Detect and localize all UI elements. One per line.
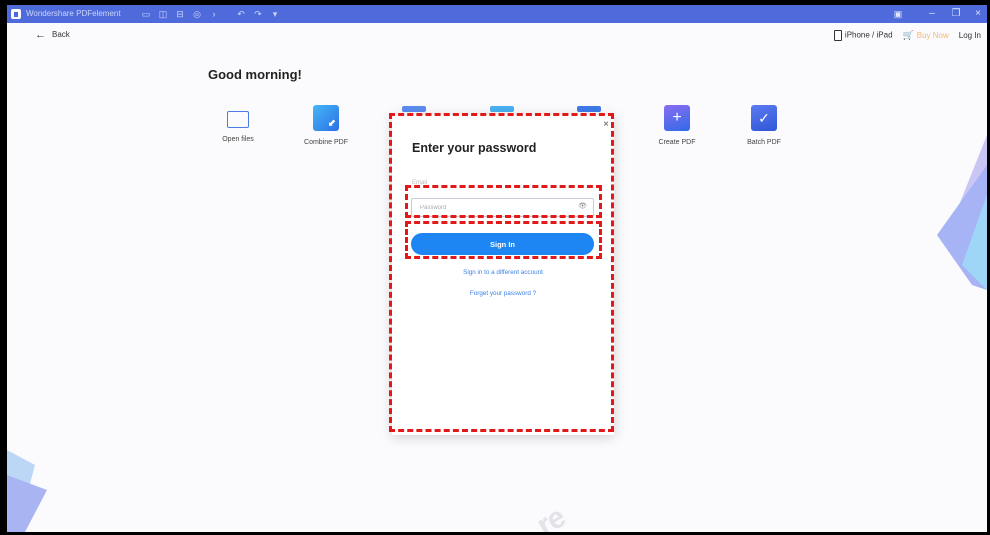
create-pdf-icon: + <box>664 105 690 131</box>
save-icon[interactable]: ◫ <box>157 8 169 20</box>
share-icon[interactable]: ◎ <box>191 8 203 20</box>
tile-batch-pdf[interactable]: ✓ Batch PDF <box>729 105 799 146</box>
top-bar: ← Back iPhone / iPad 🛒 Buy Now Log In <box>7 23 987 47</box>
tile-combine-pdf[interactable]: Combine PDF <box>291 105 361 146</box>
decorative-pages-right <box>937 135 987 290</box>
highlight-dialog-outline <box>389 113 614 432</box>
app-name: Wondershare PDFelement <box>26 9 121 18</box>
decorative-pages-left <box>7 450 47 532</box>
phone-icon <box>833 30 842 41</box>
tile-create-pdf[interactable]: + Create PDF <box>642 105 712 146</box>
folder-icon <box>227 111 249 128</box>
folder-icon[interactable]: ▭ <box>140 8 152 20</box>
tile-label: Combine PDF <box>304 139 348 146</box>
back-arrow-icon: ← <box>35 28 46 41</box>
print-icon[interactable]: ⊟ <box>174 8 186 20</box>
top-right-nav: iPhone / iPad 🛒 Buy Now Log In <box>833 30 981 41</box>
iphone-label: iPhone / iPad <box>844 30 893 40</box>
app-logo-icon <box>11 9 21 19</box>
dropdown-icon[interactable]: ▾ <box>269 8 281 20</box>
watermark-text: re <box>531 500 571 532</box>
restore-icon[interactable]: ❐ <box>949 7 963 21</box>
highlight-password-outline <box>405 185 602 218</box>
buy-now-label: Buy Now <box>916 31 949 40</box>
back-label: Back <box>52 30 70 39</box>
undo-icon[interactable]: ↶ <box>235 8 247 20</box>
redo-icon[interactable]: ↷ <box>252 8 264 20</box>
minimize-icon[interactable]: – <box>925 7 939 21</box>
back-button[interactable]: ← Back <box>35 28 70 41</box>
highlight-signin-outline <box>405 221 602 259</box>
title-bar: Wondershare PDFelement ▭ ◫ ⊟ ◎ › ↶ ↷ ▾ ▣… <box>7 5 987 23</box>
greeting-heading: Good morning! <box>208 67 302 82</box>
edit-pdf-icon[interactable] <box>490 106 514 112</box>
notification-icon[interactable]: ▣ <box>891 7 905 21</box>
tile-open-files[interactable]: Open files <box>203 105 273 143</box>
tile-label: Create PDF <box>658 139 696 146</box>
expand-icon[interactable]: › <box>208 8 220 20</box>
tile-label: Open files <box>222 136 254 143</box>
convert-pdf-icon[interactable] <box>402 106 426 112</box>
close-window-icon[interactable]: × <box>971 7 985 21</box>
cart-icon: 🛒 <box>902 30 914 40</box>
compare-pdf-icon[interactable] <box>577 106 601 112</box>
login-link[interactable]: Log In <box>959 31 981 40</box>
iphone-ipad-link[interactable]: iPhone / iPad <box>833 30 893 41</box>
combine-pdf-icon <box>313 105 339 131</box>
batch-pdf-icon: ✓ <box>751 105 777 131</box>
tile-label: Batch PDF <box>747 139 781 146</box>
buy-now-link[interactable]: 🛒 Buy Now <box>903 30 949 41</box>
app-window: Wondershare PDFelement ▭ ◫ ⊟ ◎ › ↶ ↷ ▾ ▣… <box>7 5 987 532</box>
